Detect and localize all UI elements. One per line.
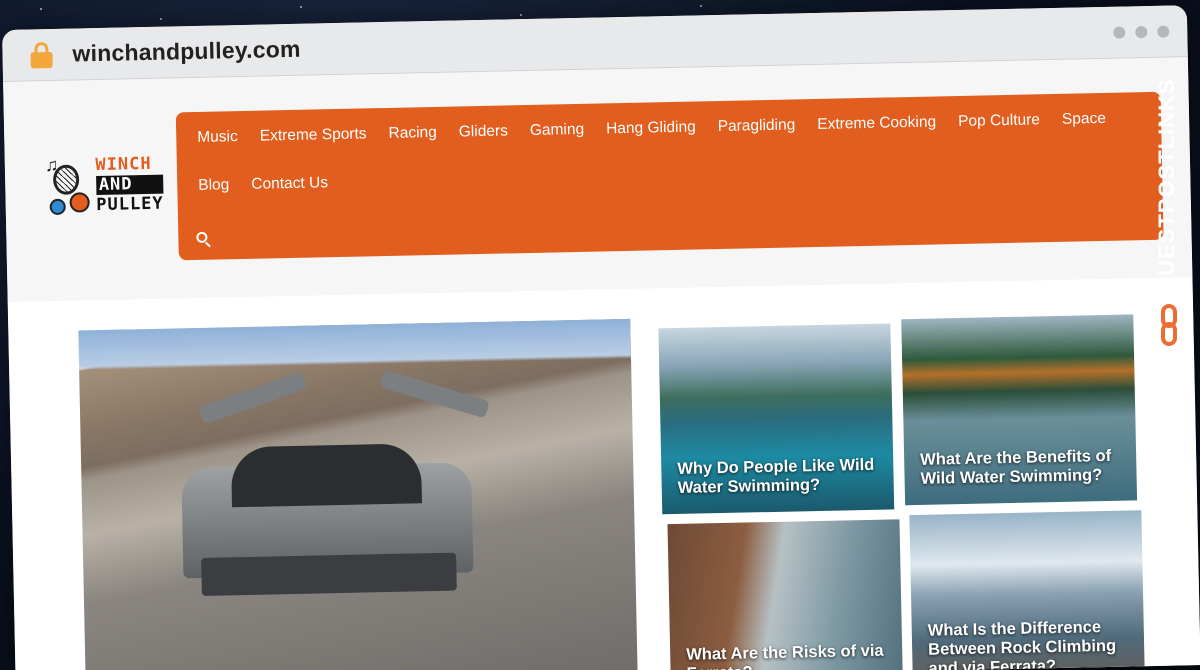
car-door-left <box>197 371 308 425</box>
chain-link-icon <box>1158 304 1180 348</box>
article-card-climbing-difference[interactable]: What Is the Difference Between Rock Clim… <box>909 510 1146 670</box>
car-grill <box>201 552 457 596</box>
main-content: Why Do People Like Wild Water Swimming? … <box>7 277 1200 670</box>
article-card-wild-swimming[interactable]: Why Do People Like Wild Water Swimming? <box>658 323 895 515</box>
site-logo[interactable]: ♫ WINCH AND PULLEY <box>43 149 164 221</box>
window-dot-icon[interactable] <box>1113 25 1126 39</box>
nav-item-extreme-sports[interactable]: Extreme Sports <box>249 122 378 149</box>
article-title[interactable]: Why Do People Like Wild Water Swimming? <box>677 456 882 498</box>
lock-icon <box>30 41 53 68</box>
logo-line-2: AND <box>95 174 164 195</box>
main-navigation: Music Extreme Sports Racing Gliders Gami… <box>175 91 1164 261</box>
featured-article-image[interactable] <box>78 318 638 670</box>
nav-item-racing[interactable]: Racing <box>377 121 448 146</box>
logo-line-3: PULLEY <box>96 193 164 215</box>
nav-item-gaming[interactable]: Gaming <box>519 118 596 144</box>
nav-item-space[interactable]: Space <box>1051 107 1117 132</box>
address-bar[interactable]: winchandpulley.com <box>72 36 301 68</box>
article-title[interactable]: What Are the Benefits of Wild Water Swim… <box>920 447 1125 489</box>
nav-item-pop-culture[interactable]: Pop Culture <box>947 108 1051 134</box>
window-dot-icon[interactable] <box>1135 25 1148 38</box>
browser-window: winchandpulley.com ♫ WINCH AND PULLEY Mu… <box>2 5 1200 670</box>
nav-item-blog[interactable]: Blog <box>187 173 241 198</box>
car-door-right <box>379 369 490 419</box>
nav-item-paragliding[interactable]: Paragliding <box>706 113 806 139</box>
nav-item-gliders[interactable]: Gliders <box>448 119 520 144</box>
search-icon[interactable] <box>196 231 212 248</box>
article-card-ferrata-risks[interactable]: What Are the Risks of via Ferrata? <box>667 519 904 670</box>
nav-item-contact-us[interactable]: Contact Us <box>240 171 339 197</box>
site-header: ♫ WINCH AND PULLEY Music Extreme Sports … <box>3 57 1193 302</box>
logo-wordmark: WINCH AND PULLEY <box>95 153 164 215</box>
sports-music-logo-icon: ♫ <box>43 150 95 221</box>
window-controls <box>1113 25 1170 39</box>
window-dot-icon[interactable] <box>1157 25 1170 38</box>
logo-line-1: WINCH <box>95 153 152 175</box>
car-windshield <box>230 443 423 508</box>
article-card-swimming-benefits[interactable]: What Are the Benefits of Wild Water Swim… <box>901 314 1138 506</box>
nav-item-extreme-cooking[interactable]: Extreme Cooking <box>806 110 947 137</box>
brand-text: GUESTPOSTLINKS <box>1154 78 1179 294</box>
nav-item-music[interactable]: Music <box>186 125 249 150</box>
article-title[interactable]: What Are the Risks of via Ferrata? <box>686 642 891 670</box>
guestpostlinks-badge: GUESTPOSTLINKS <box>1152 56 1192 356</box>
article-title[interactable]: What Is the Difference Between Rock Clim… <box>928 617 1133 670</box>
nav-item-hang-gliding[interactable]: Hang Gliding <box>595 115 707 141</box>
